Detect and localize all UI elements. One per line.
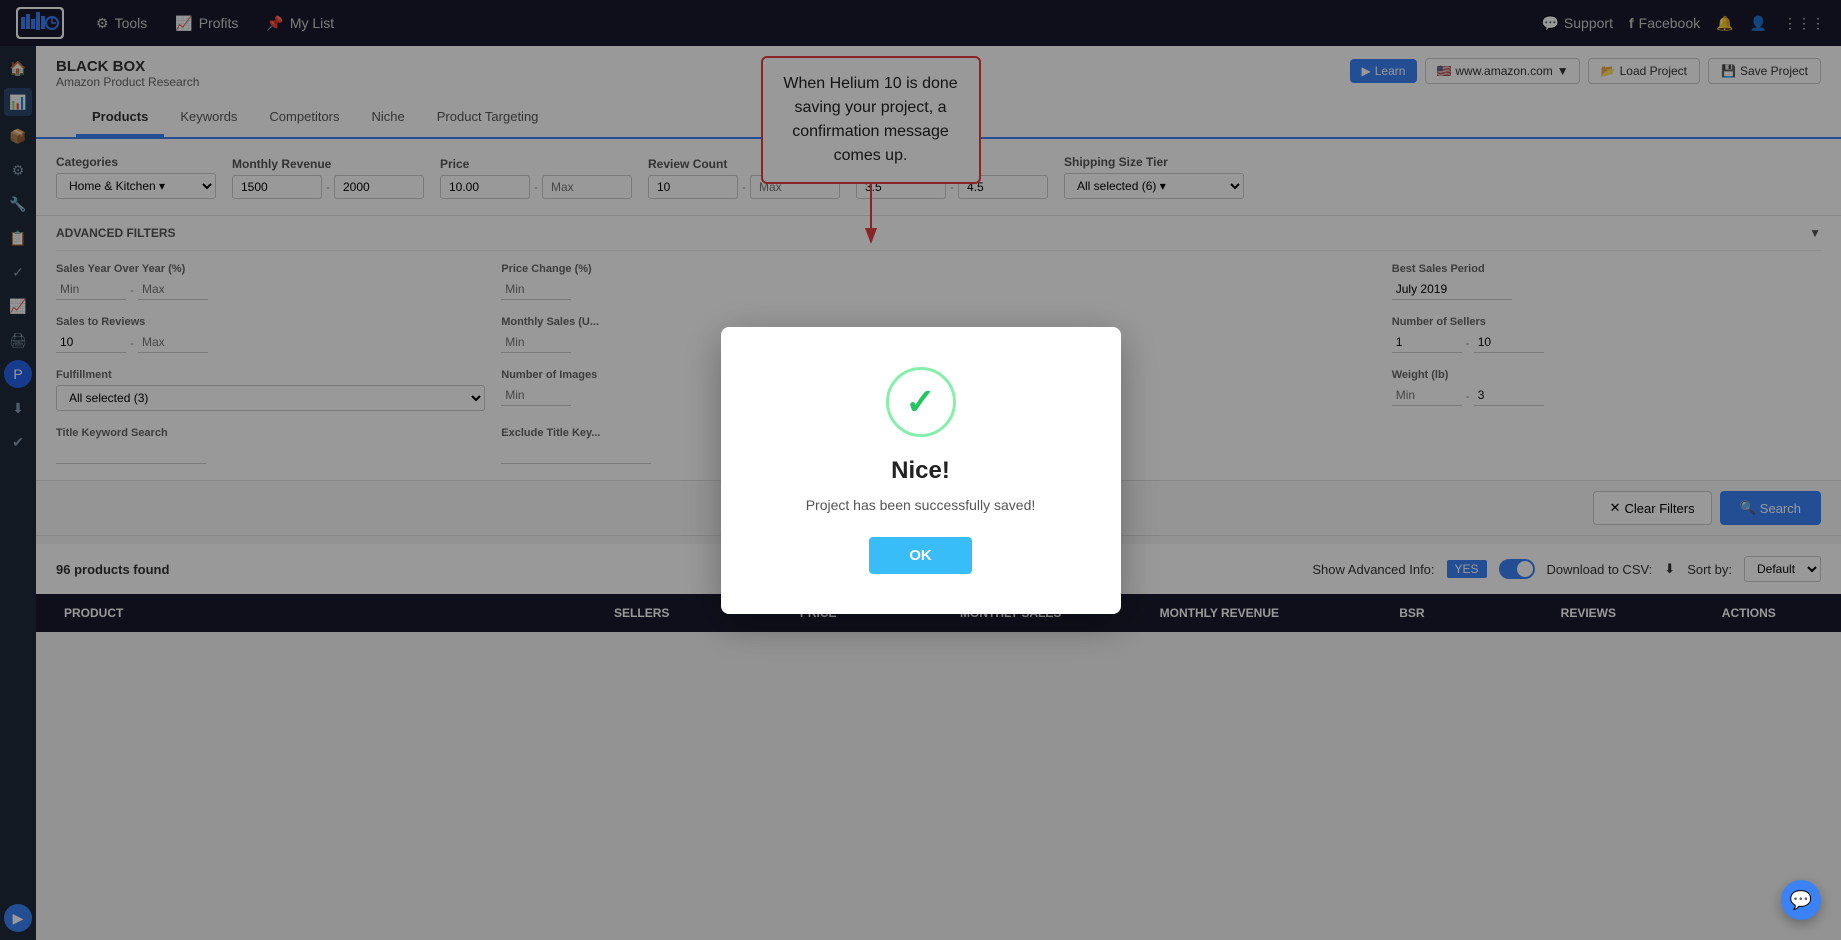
modal-success-circle: ✓	[886, 367, 956, 437]
modal-overlay: ✓ Nice! Project has been successfully sa…	[0, 0, 1841, 940]
modal-title: Nice!	[761, 457, 1081, 485]
modal: ✓ Nice! Project has been successfully sa…	[721, 327, 1121, 614]
modal-ok-button[interactable]: OK	[869, 537, 972, 574]
modal-message: Project has been successfully saved!	[761, 497, 1081, 513]
chat-icon: 💬	[1790, 890, 1812, 911]
chat-bubble[interactable]: 💬	[1781, 880, 1821, 920]
check-icon: ✓	[905, 381, 935, 423]
